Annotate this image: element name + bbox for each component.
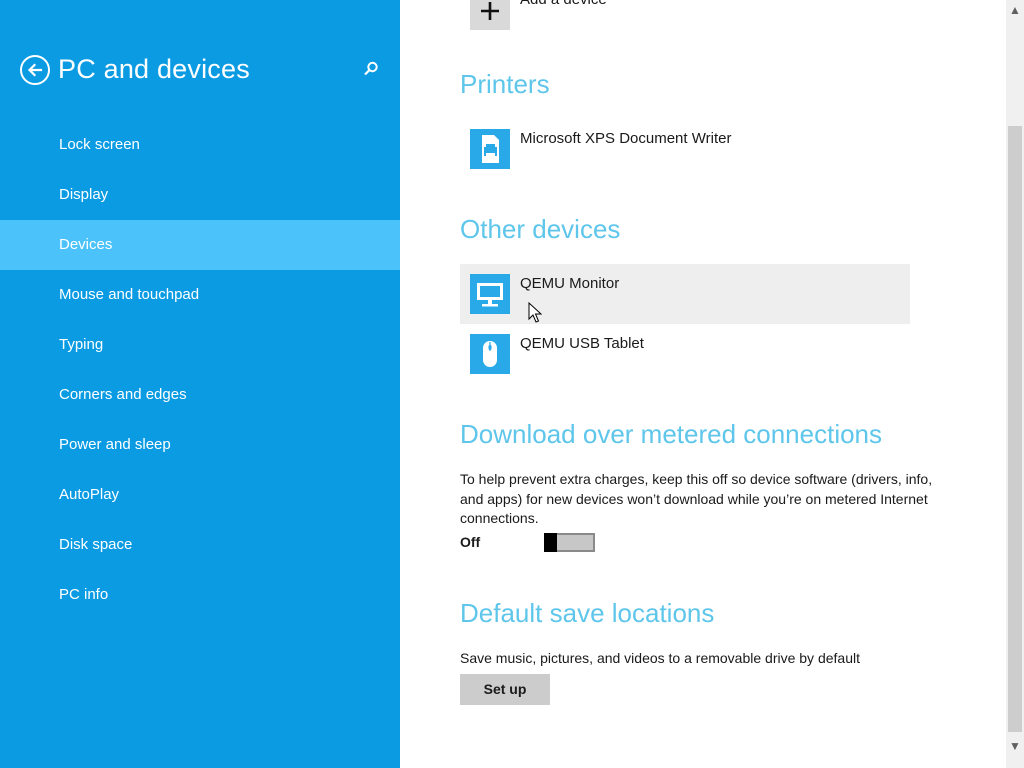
scroll-up-arrow-icon[interactable]: ▲ <box>1006 2 1024 18</box>
nav-item-autoplay[interactable]: AutoPlay <box>0 470 400 520</box>
search-icon[interactable] <box>362 60 380 78</box>
nav-item-typing[interactable]: Typing <box>0 320 400 370</box>
device-item-qemu-usb-tablet[interactable]: QEMU USB Tablet <box>460 324 910 384</box>
vertical-scrollbar[interactable]: ▲ ▼ <box>1006 0 1024 768</box>
monitor-icon <box>470 274 510 314</box>
mouse-icon <box>470 334 510 374</box>
metered-heading: Download over metered connections <box>460 419 883 449</box>
nav-item-pc-info[interactable]: PC info <box>0 570 400 620</box>
add-device-button[interactable]: Add a device <box>460 0 910 40</box>
nav-item-power-and-sleep[interactable]: Power and sleep <box>0 420 400 470</box>
plus-icon <box>470 0 510 30</box>
add-device-label: Add a device <box>520 0 607 8</box>
nav-list: Lock screen Display Devices Mouse and to… <box>0 120 400 620</box>
device-item-xps-writer[interactable]: Microsoft XPS Document Writer <box>460 119 910 179</box>
metered-toggle[interactable] <box>544 533 595 552</box>
content-pane: Add a device Printers Microsoft XPS Docu… <box>400 0 1006 768</box>
setup-button[interactable]: Set up <box>460 674 550 705</box>
nav-item-devices[interactable]: Devices <box>0 220 400 270</box>
device-name: Microsoft XPS Document Writer <box>520 130 732 147</box>
toggle-thumb <box>544 533 557 552</box>
nav-item-corners-and-edges[interactable]: Corners and edges <box>0 370 400 420</box>
printer-icon <box>470 129 510 169</box>
metered-description: To help prevent extra charges, keep this… <box>460 471 933 526</box>
nav-item-mouse-and-touchpad[interactable]: Mouse and touchpad <box>0 270 400 320</box>
save-locations-description: Save music, pictures, and videos to a re… <box>460 650 860 666</box>
save-locations-heading: Default save locations <box>460 598 715 628</box>
scrollbar-thumb[interactable] <box>1008 126 1022 732</box>
scroll-down-arrow-icon[interactable]: ▼ <box>1006 738 1024 754</box>
metered-toggle-label: Off <box>460 534 481 550</box>
printers-heading: Printers <box>460 69 550 99</box>
back-arrow-icon[interactable] <box>20 55 50 85</box>
nav-item-lock-screen[interactable]: Lock screen <box>0 120 400 170</box>
page-title: PC and devices <box>58 54 250 84</box>
nav-item-disk-space[interactable]: Disk space <box>0 520 400 570</box>
device-name: QEMU Monitor <box>520 275 620 292</box>
nav-item-display[interactable]: Display <box>0 170 400 220</box>
mouse-cursor-icon <box>528 301 543 324</box>
other-devices-heading: Other devices <box>460 214 621 244</box>
left-pane: PC and devices Lock screen Display Devic… <box>0 0 400 768</box>
device-name: QEMU USB Tablet <box>520 335 644 352</box>
